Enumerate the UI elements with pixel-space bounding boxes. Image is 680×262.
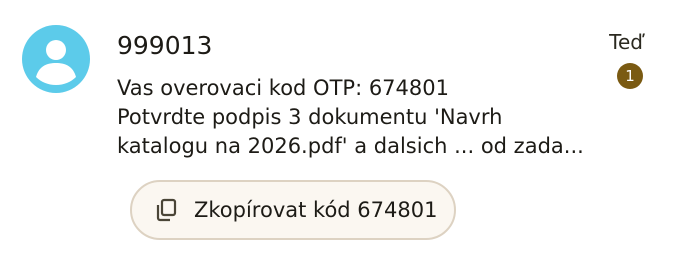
sender-name: 999013 (117, 31, 213, 60)
avatar (22, 25, 90, 93)
message-line: Potvrdte podpis 3 dokumentu 'Navrh (117, 105, 503, 129)
copy-code-label: Zkopírovat kód 674801 (194, 198, 438, 222)
message-body: Vas overovaci kod OTP: 674801 Potvrdte p… (117, 74, 597, 161)
message-line: Vas overovaci kod OTP: 674801 (117, 76, 449, 100)
message-line: katalogu na 2026.pdf' a dalsich ... od z… (117, 134, 584, 158)
copy-code-button[interactable]: Zkopírovat kód 674801 (130, 180, 456, 240)
copy-icon (154, 198, 178, 222)
otp-notification[interactable]: 999013 Teď 1 Vas overovaci kod OTP: 6748… (0, 0, 680, 262)
timestamp: Teď (609, 30, 643, 54)
person-icon (22, 25, 90, 93)
unread-count-badge: 1 (617, 63, 643, 89)
